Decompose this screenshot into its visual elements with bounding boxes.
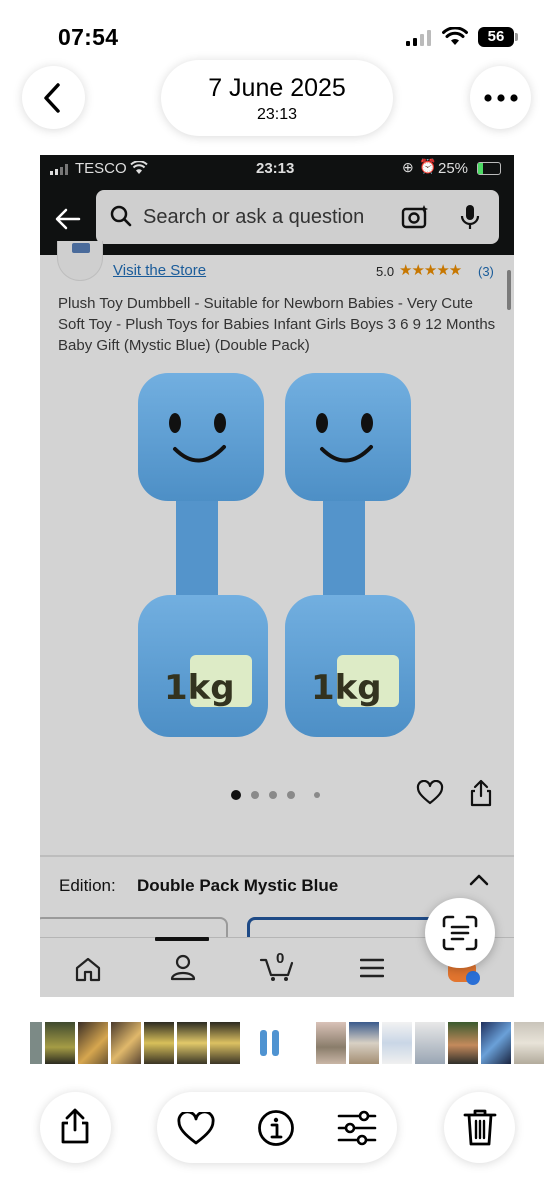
edition-label: Edition:: [59, 876, 116, 895]
thumbnail-strip: [30, 1022, 554, 1064]
wifi-icon: [442, 27, 468, 45]
product-image[interactable]: 1kg 1kg: [130, 373, 430, 743]
chevron-up-icon[interactable]: [469, 873, 489, 887]
thumbnail[interactable]: [144, 1022, 174, 1064]
signal-icon: [406, 30, 432, 46]
inner-battery-text: 25%: [438, 160, 469, 177]
chevron-left-icon: [44, 83, 60, 113]
battery-icon: 56: [478, 27, 514, 47]
inner-carrier: TESCO: [75, 160, 127, 177]
thumbnail[interactable]: [349, 1022, 379, 1064]
carousel-dot[interactable]: [251, 791, 259, 799]
inner-time: 23:13: [256, 160, 295, 177]
thumbnail[interactable]: [210, 1022, 240, 1064]
thumbnail[interactable]: [177, 1022, 207, 1064]
photo-actions-group: [157, 1092, 397, 1163]
thumbnail[interactable]: [514, 1022, 544, 1064]
product-title: Plush Toy Dumbbell - Suitable for Newbor…: [58, 295, 496, 354]
dumbbell-left: 1kg: [138, 373, 268, 737]
edition-value: Double Pack Mystic Blue: [137, 876, 339, 895]
thumbnail[interactable]: [415, 1022, 445, 1064]
thumbnail[interactable]: [111, 1022, 141, 1064]
search-icon: [110, 205, 132, 227]
thumbnail[interactable]: [448, 1022, 478, 1064]
store-logo: [57, 241, 103, 281]
share-button[interactable]: [40, 1092, 111, 1163]
back-arrow-icon[interactable]: [55, 208, 81, 230]
thumbnail[interactable]: [78, 1022, 108, 1064]
info-icon[interactable]: [257, 1109, 295, 1147]
thumbnail[interactable]: [382, 1022, 412, 1064]
screenshot-image: TESCO 23:13 ⊕ ⏰ 25% Search or ask a ques…: [40, 155, 514, 997]
battery-tip: [515, 33, 518, 41]
menu-icon[interactable]: [360, 958, 384, 978]
ellipsis-icon: [484, 94, 518, 102]
account-icon[interactable]: [170, 953, 196, 981]
thumbnail[interactable]: [30, 1022, 42, 1064]
back-button[interactable]: [22, 66, 85, 129]
more-button[interactable]: [470, 66, 531, 129]
amazon-search-bar: Search or ask a question: [40, 183, 514, 255]
section-divider: [40, 855, 514, 857]
camera-search-icon[interactable]: [401, 204, 429, 230]
visit-store-link[interactable]: Visit the Store: [113, 262, 206, 279]
microphone-icon[interactable]: [459, 203, 481, 231]
inner-wifi-icon: [130, 161, 148, 174]
delete-button[interactable]: [444, 1092, 515, 1163]
inner-battery-icon: [477, 162, 501, 175]
rating-stars[interactable]: ★★★★★: [399, 261, 462, 279]
inner-lock-icon: ⊕: [402, 159, 414, 175]
rating-value: 5.0: [376, 264, 395, 279]
thumbnail[interactable]: [45, 1022, 75, 1064]
adjust-icon[interactable]: [337, 1110, 377, 1146]
wishlist-heart-icon[interactable]: [416, 780, 444, 806]
carousel-dot[interactable]: [287, 791, 295, 799]
dumbbell-right: 1kg: [285, 373, 415, 737]
photo-date: 7 June 2025: [208, 74, 346, 102]
photo-time: 23:13: [256, 106, 298, 123]
share-icon[interactable]: [469, 779, 493, 807]
cart-count: 0: [276, 950, 285, 967]
share-icon: [61, 1108, 89, 1144]
inner-alarm-icon: ⏰: [419, 158, 437, 174]
thumbnail[interactable]: [481, 1022, 511, 1064]
home-icon[interactable]: [74, 956, 102, 982]
visual-lookup-button[interactable]: [425, 898, 495, 968]
search-input[interactable]: Search or ask a question: [96, 190, 499, 244]
thumbnail[interactable]: [316, 1022, 346, 1064]
search-placeholder: Search or ask a question: [143, 206, 365, 228]
trash-icon: [463, 1109, 497, 1146]
nav-active-indicator: [155, 937, 209, 941]
status-time: 07:54: [58, 24, 119, 50]
text-scan-icon: [442, 915, 478, 951]
date-header: 7 June 2025 23:13: [161, 60, 393, 136]
scroll-indicator: [507, 270, 511, 310]
carousel-dot-active[interactable]: [231, 790, 241, 800]
rating-count[interactable]: (3): [478, 264, 494, 279]
inner-signal-icon: [50, 164, 68, 175]
carousel-dot[interactable]: [269, 791, 277, 799]
carousel-dot[interactable]: [314, 792, 320, 798]
heart-icon[interactable]: [177, 1112, 215, 1146]
weight-label-left: 1kg: [164, 668, 235, 708]
thumbnail-selected[interactable]: [252, 1022, 286, 1064]
inner-status-bar: TESCO 23:13 ⊕ ⏰ 25%: [40, 155, 514, 183]
weight-label-right: 1kg: [311, 668, 382, 708]
